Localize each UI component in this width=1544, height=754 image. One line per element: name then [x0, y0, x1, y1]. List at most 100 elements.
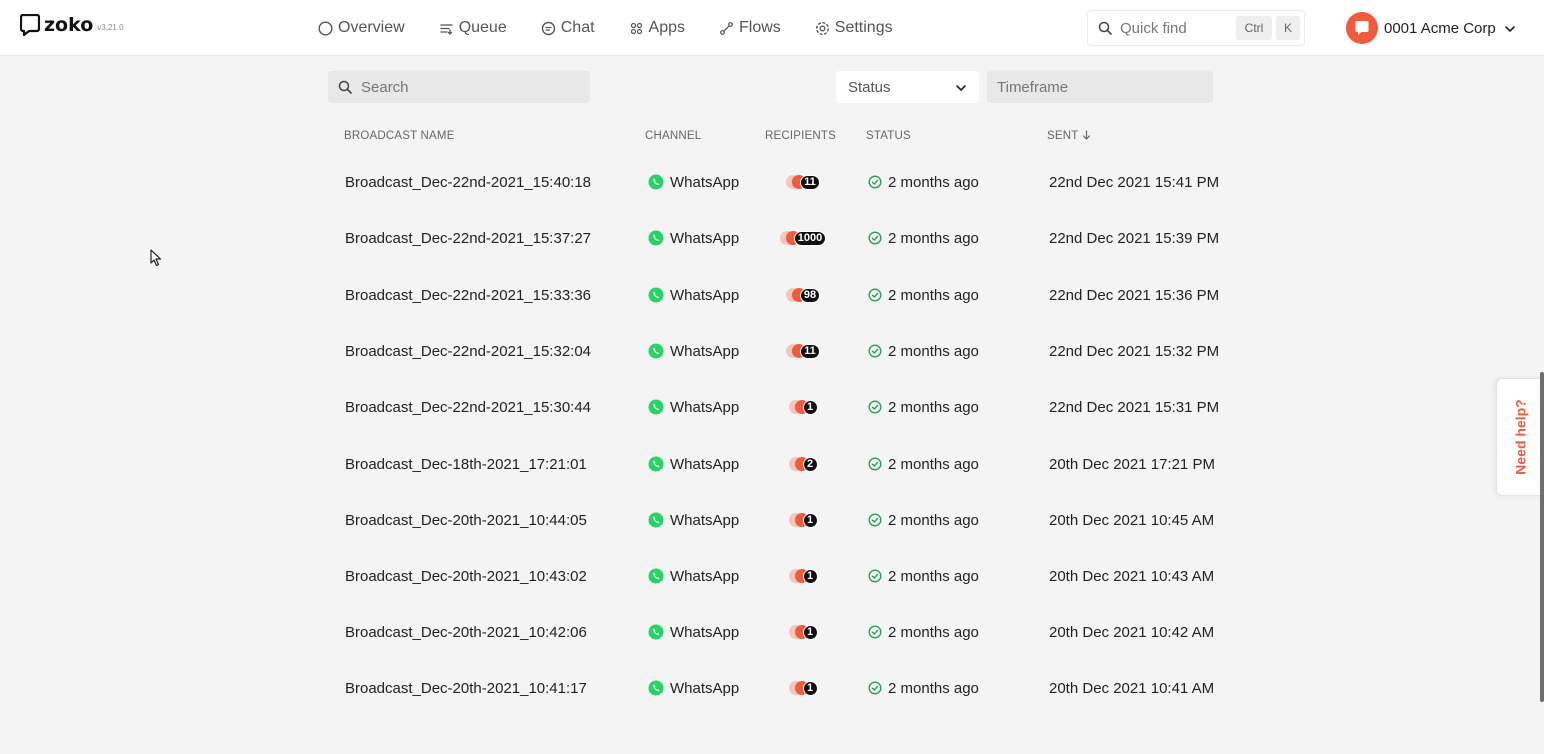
check-circle-icon [868, 681, 882, 695]
need-help-tab[interactable]: Need help? [1496, 378, 1544, 496]
whatsapp-icon [648, 456, 664, 472]
sent-date: 20th Dec 2021 10:42 AM [1049, 623, 1215, 641]
table-row[interactable]: Broadcast_Dec-22nd-2021_15:30:44 WhatsAp… [330, 387, 1230, 427]
status-text: 2 months ago [888, 623, 979, 641]
status-text: 2 months ago [888, 173, 979, 191]
top-bar: zoko v3.21.0 Overview Queue Chat Apps Fl… [0, 0, 1544, 56]
main-nav: Overview Queue Chat Apps Flows Settings [318, 0, 927, 56]
app-version: v3.21.0 [97, 23, 124, 32]
status-text: 2 months ago [888, 286, 979, 304]
sent-date: 22nd Dec 2021 15:32 PM [1049, 342, 1220, 360]
sent-date: 22nd Dec 2021 15:41 PM [1049, 173, 1220, 191]
search-icon [1098, 21, 1112, 35]
recipients-cell: 1 [768, 612, 838, 652]
check-circle-icon [868, 457, 882, 471]
chevron-down-icon [1504, 22, 1516, 34]
recipients-cell: 1 [768, 556, 838, 596]
circle-icon [318, 20, 333, 36]
nav-queue[interactable]: Queue [439, 19, 507, 37]
flows-icon [719, 21, 734, 36]
recipients-count: 11 [800, 174, 820, 190]
recipients-count: 1000 [793, 230, 827, 246]
kbd-ctrl: Ctrl [1236, 16, 1272, 40]
channel-label: WhatsApp [670, 511, 740, 529]
broadcast-name: Broadcast_Dec-22nd-2021_15:32:04 [345, 342, 592, 360]
check-circle-icon [868, 288, 882, 302]
whatsapp-icon [648, 568, 664, 584]
check-circle-icon [868, 175, 882, 189]
nav-queue-label: Queue [458, 19, 507, 36]
sent-date: 22nd Dec 2021 15:31 PM [1049, 398, 1220, 416]
recipients-count: 98 [799, 287, 821, 303]
table-row[interactable]: Broadcast_Dec-22nd-2021_15:40:18 WhatsAp… [330, 162, 1230, 202]
table-row[interactable]: Broadcast_Dec-22nd-2021_15:37:27 WhatsAp… [330, 218, 1230, 258]
timeframe-input[interactable] [997, 78, 1197, 96]
need-help-label: Need help? [1512, 399, 1529, 475]
channel-label: WhatsApp [670, 342, 740, 360]
status-cell: 2 months ago [868, 387, 979, 427]
check-circle-icon [868, 400, 882, 414]
channel-label: WhatsApp [670, 679, 740, 697]
channel-cell: WhatsApp [648, 612, 739, 652]
recipients-count: 1 [802, 512, 818, 528]
status-text: 2 months ago [888, 567, 979, 585]
nav-flows-label: Flows [739, 19, 781, 36]
recipients-count: 1 [802, 624, 818, 640]
nav-overview[interactable]: Overview [318, 19, 405, 37]
nav-chat[interactable]: Chat [541, 19, 595, 37]
logo[interactable]: zoko v3.21.0 [20, 14, 124, 36]
table-row[interactable]: Broadcast_Dec-20th-2021_10:42:06 WhatsAp… [330, 612, 1230, 652]
table-row[interactable]: Broadcast_Dec-22nd-2021_15:32:04 WhatsAp… [330, 331, 1230, 371]
recipients-count: 2 [802, 456, 818, 472]
account-switcher[interactable]: 0001 Acme Corp [1346, 12, 1516, 44]
whatsapp-icon [648, 287, 664, 303]
nav-chat-label: Chat [560, 19, 595, 36]
recipients-count: 1 [802, 568, 818, 584]
channel-cell: WhatsApp [648, 218, 739, 258]
zoko-logo-icon [1355, 21, 1369, 35]
whatsapp-icon [648, 680, 664, 696]
whatsapp-icon [648, 230, 664, 246]
whatsapp-icon [648, 343, 664, 359]
search-input[interactable] [361, 78, 581, 96]
recipients-cell: 11 [768, 331, 838, 371]
whatsapp-icon [648, 174, 664, 190]
table-row[interactable]: Broadcast_Dec-20th-2021_10:44:05 WhatsAp… [330, 500, 1230, 540]
mouse-cursor-icon [150, 249, 162, 267]
status-cell: 2 months ago [868, 331, 979, 371]
status-text: 2 months ago [888, 229, 979, 247]
table-row[interactable]: Broadcast_Dec-22nd-2021_15:33:36 WhatsAp… [330, 275, 1230, 315]
column-header-recipients[interactable]: RECIPIENTS [765, 130, 836, 142]
status-cell: 2 months ago [868, 668, 979, 708]
table-row[interactable]: Broadcast_Dec-20th-2021_10:43:02 WhatsAp… [330, 556, 1230, 596]
queue-icon [439, 21, 454, 36]
status-select[interactable]: Status [836, 71, 979, 103]
channel-cell: WhatsApp [648, 387, 739, 427]
status-cell: 2 months ago [868, 218, 979, 258]
column-header-channel[interactable]: CHANNEL [645, 130, 701, 142]
sent-date: 22nd Dec 2021 15:39 PM [1049, 229, 1220, 247]
sent-date: 20th Dec 2021 10:41 AM [1049, 679, 1215, 697]
table-row[interactable]: Broadcast_Dec-20th-2021_10:41:17 WhatsAp… [330, 668, 1230, 708]
table-row[interactable]: Broadcast_Dec-18th-2021_17:21:01 WhatsAp… [330, 444, 1230, 484]
quick-find[interactable]: Quick find Ctrl K [1087, 10, 1305, 46]
apps-icon [629, 21, 644, 36]
recipients-count: 11 [800, 343, 820, 359]
channel-cell: WhatsApp [648, 444, 739, 484]
nav-flows[interactable]: Flows [719, 19, 781, 37]
logo-text: zoko [44, 14, 94, 36]
broadcast-name: Broadcast_Dec-20th-2021_10:42:06 [345, 623, 587, 641]
nav-apps[interactable]: Apps [629, 19, 685, 37]
status-cell: 2 months ago [868, 444, 979, 484]
column-header-sent-wrap[interactable]: SENT [1047, 130, 1091, 142]
channel-cell: WhatsApp [648, 556, 739, 596]
column-header-name[interactable]: BROADCAST NAME [344, 130, 455, 142]
channel-label: WhatsApp [670, 623, 740, 641]
broadcast-name: Broadcast_Dec-22nd-2021_15:40:18 [345, 173, 592, 191]
scrollbar[interactable] [1540, 372, 1544, 702]
avatar [1346, 12, 1378, 44]
broadcast-name: Broadcast_Dec-22nd-2021_15:37:27 [345, 229, 592, 247]
broadcast-name: Broadcast_Dec-18th-2021_17:21:01 [345, 455, 587, 473]
nav-settings[interactable]: Settings [815, 19, 893, 37]
column-header-status[interactable]: STATUS [866, 130, 911, 142]
